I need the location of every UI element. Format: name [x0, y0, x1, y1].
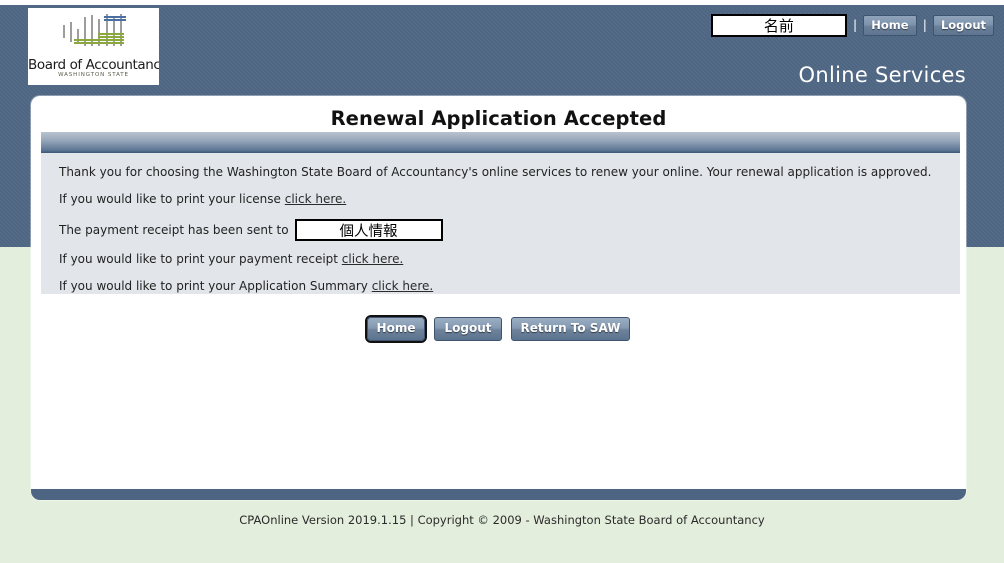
- print-license-line: If you would like to print your license …: [59, 192, 960, 206]
- print-license-label: If you would like to print your license: [59, 192, 285, 206]
- user-name-field[interactable]: [710, 13, 847, 37]
- topnav-logout-button[interactable]: Logout: [932, 14, 994, 36]
- receipt-sent-label: The payment receipt has been sent to: [59, 223, 289, 237]
- print-payment-receipt-line: If you would like to print your payment …: [59, 252, 960, 266]
- site-logo[interactable]: Board of Accountancy WASHINGTON STATE: [28, 8, 159, 85]
- home-button[interactable]: Home: [364, 315, 428, 343]
- print-application-summary-line: If you would like to print your Applicat…: [59, 279, 960, 293]
- action-button-row: Home Logout Return To SAW: [31, 315, 966, 343]
- site-footer: CPAOnline Version 2019.1.15 | Copyright …: [239, 513, 765, 527]
- logout-button[interactable]: Logout: [434, 317, 502, 341]
- nav-separator-2: |: [922, 17, 927, 32]
- message-box: Thank you for choosing the Washington St…: [41, 153, 960, 294]
- return-to-saw-button[interactable]: Return To SAW: [510, 317, 631, 341]
- print-payment-receipt-label: If you would like to print your payment …: [59, 252, 342, 266]
- logo-subtitle: WASHINGTON STATE: [58, 72, 129, 78]
- top-navigation: | Home | Logout: [710, 13, 994, 37]
- abacus-icon: [63, 14, 126, 46]
- print-payment-receipt-link[interactable]: click here.: [342, 252, 403, 266]
- online-services-tagline: Online Services: [798, 63, 966, 87]
- receipt-email-field[interactable]: [294, 219, 443, 241]
- panel-footer-bar: [31, 489, 966, 500]
- print-license-link[interactable]: click here.: [285, 192, 346, 206]
- page-root: Board of Accountancy WASHINGTON STATE | …: [0, 0, 1004, 563]
- print-application-summary-label: If you would like to print your Applicat…: [59, 279, 372, 293]
- page-title: Renewal Application Accepted: [330, 107, 667, 130]
- topnav-home-button[interactable]: Home: [863, 14, 917, 36]
- receipt-email-line: The payment receipt has been sent to: [59, 219, 960, 241]
- nav-separator-1: |: [852, 17, 858, 32]
- intro-text: Thank you for choosing the Washington St…: [59, 165, 932, 179]
- logo-title: Board of Accountancy: [28, 57, 159, 73]
- section-gradient-bar: [41, 132, 960, 153]
- content-panel: Renewal Application Accepted Thank you f…: [31, 96, 966, 500]
- print-application-summary-link[interactable]: click here.: [372, 279, 433, 293]
